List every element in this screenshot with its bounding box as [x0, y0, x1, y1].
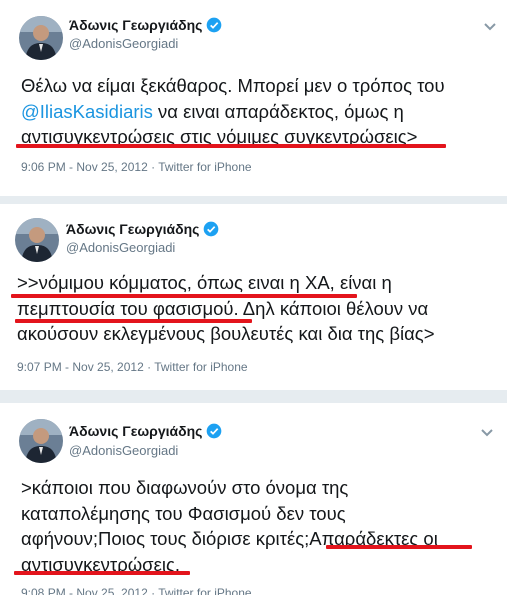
author-handle[interactable]: @AdonisGeorgiadi — [66, 240, 175, 255]
highlight-underline — [326, 545, 472, 549]
avatar[interactable] — [15, 218, 59, 262]
tweet-card: Άδωνις Γεωργιάδης @AdonisGeorgiadi >>νόμ… — [0, 204, 507, 390]
author-handle[interactable]: @AdonisGeorgiadi — [69, 443, 178, 458]
author-name[interactable]: Άδωνις Γεωργιάδης — [69, 17, 222, 33]
chevron-down-icon[interactable] — [480, 428, 494, 438]
verified-badge-icon — [207, 17, 222, 33]
mention-link[interactable]: @IliasKasidiaris — [21, 101, 153, 122]
tweet-line: καταπολέμησης του Φασισμού δεν τους — [21, 503, 346, 524]
tweet-source[interactable]: Twitter for iPhone — [158, 160, 251, 174]
tweet-timestamp[interactable]: 9:07 PM - Nov 25, 2012 — [17, 360, 144, 374]
avatar[interactable] — [19, 16, 63, 60]
verified-badge-icon — [207, 423, 222, 439]
highlight-underline — [15, 319, 252, 323]
tweet-line: @IliasKasidiaris να ειναι απαράδεκτος, ό… — [21, 101, 404, 122]
tweet-card: Άδωνις Γεωργιάδης @AdonisGeorgiadi >κάπο… — [0, 403, 507, 595]
chevron-down-icon[interactable] — [483, 22, 497, 32]
author-name[interactable]: Άδωνις Γεωργιάδης — [69, 423, 222, 439]
tweet-meta: 9:08 PM - Nov 25, 2012 · Twitter for iPh… — [21, 586, 252, 595]
tweet-line: >κάποιοι που διαφωνούν στο όνομα της — [21, 477, 349, 498]
tweet-line: πεμπτουσία του φασισμού. Δηλ κάποιοι θέλ… — [17, 298, 429, 319]
tweet-line: Θέλω να είμαι ξεκάθαρος. Μπορεί μεν ο τρ… — [21, 75, 445, 96]
verified-badge-icon — [204, 221, 219, 237]
tweet-meta: 9:06 PM - Nov 25, 2012 · Twitter for iPh… — [21, 160, 252, 174]
tweet-line: ακούσουν εκλεγμένους βουλευτές και δια τ… — [17, 323, 435, 344]
tweet-source[interactable]: Twitter for iPhone — [158, 586, 251, 595]
highlight-underline — [11, 294, 357, 298]
avatar[interactable] — [19, 419, 63, 463]
tweet-timestamp[interactable]: 9:08 PM - Nov 25, 2012 — [21, 586, 148, 595]
tweet-line: >>νόμιμου κόμματος, όπως ειναι η ΧΑ, είν… — [17, 272, 392, 293]
tweet-meta: 9:07 PM - Nov 25, 2012 · Twitter for iPh… — [17, 360, 248, 374]
tweet-source[interactable]: Twitter for iPhone — [154, 360, 247, 374]
tweet-card: Άδωνις Γεωργιάδης @AdonisGeorgiadi Θέλω … — [0, 0, 507, 196]
author-name[interactable]: Άδωνις Γεωργιάδης — [66, 221, 219, 237]
highlight-underline — [16, 144, 446, 148]
tweet-timestamp[interactable]: 9:06 PM - Nov 25, 2012 — [21, 160, 148, 174]
author-handle[interactable]: @AdonisGeorgiadi — [69, 36, 178, 51]
highlight-underline — [14, 571, 190, 575]
